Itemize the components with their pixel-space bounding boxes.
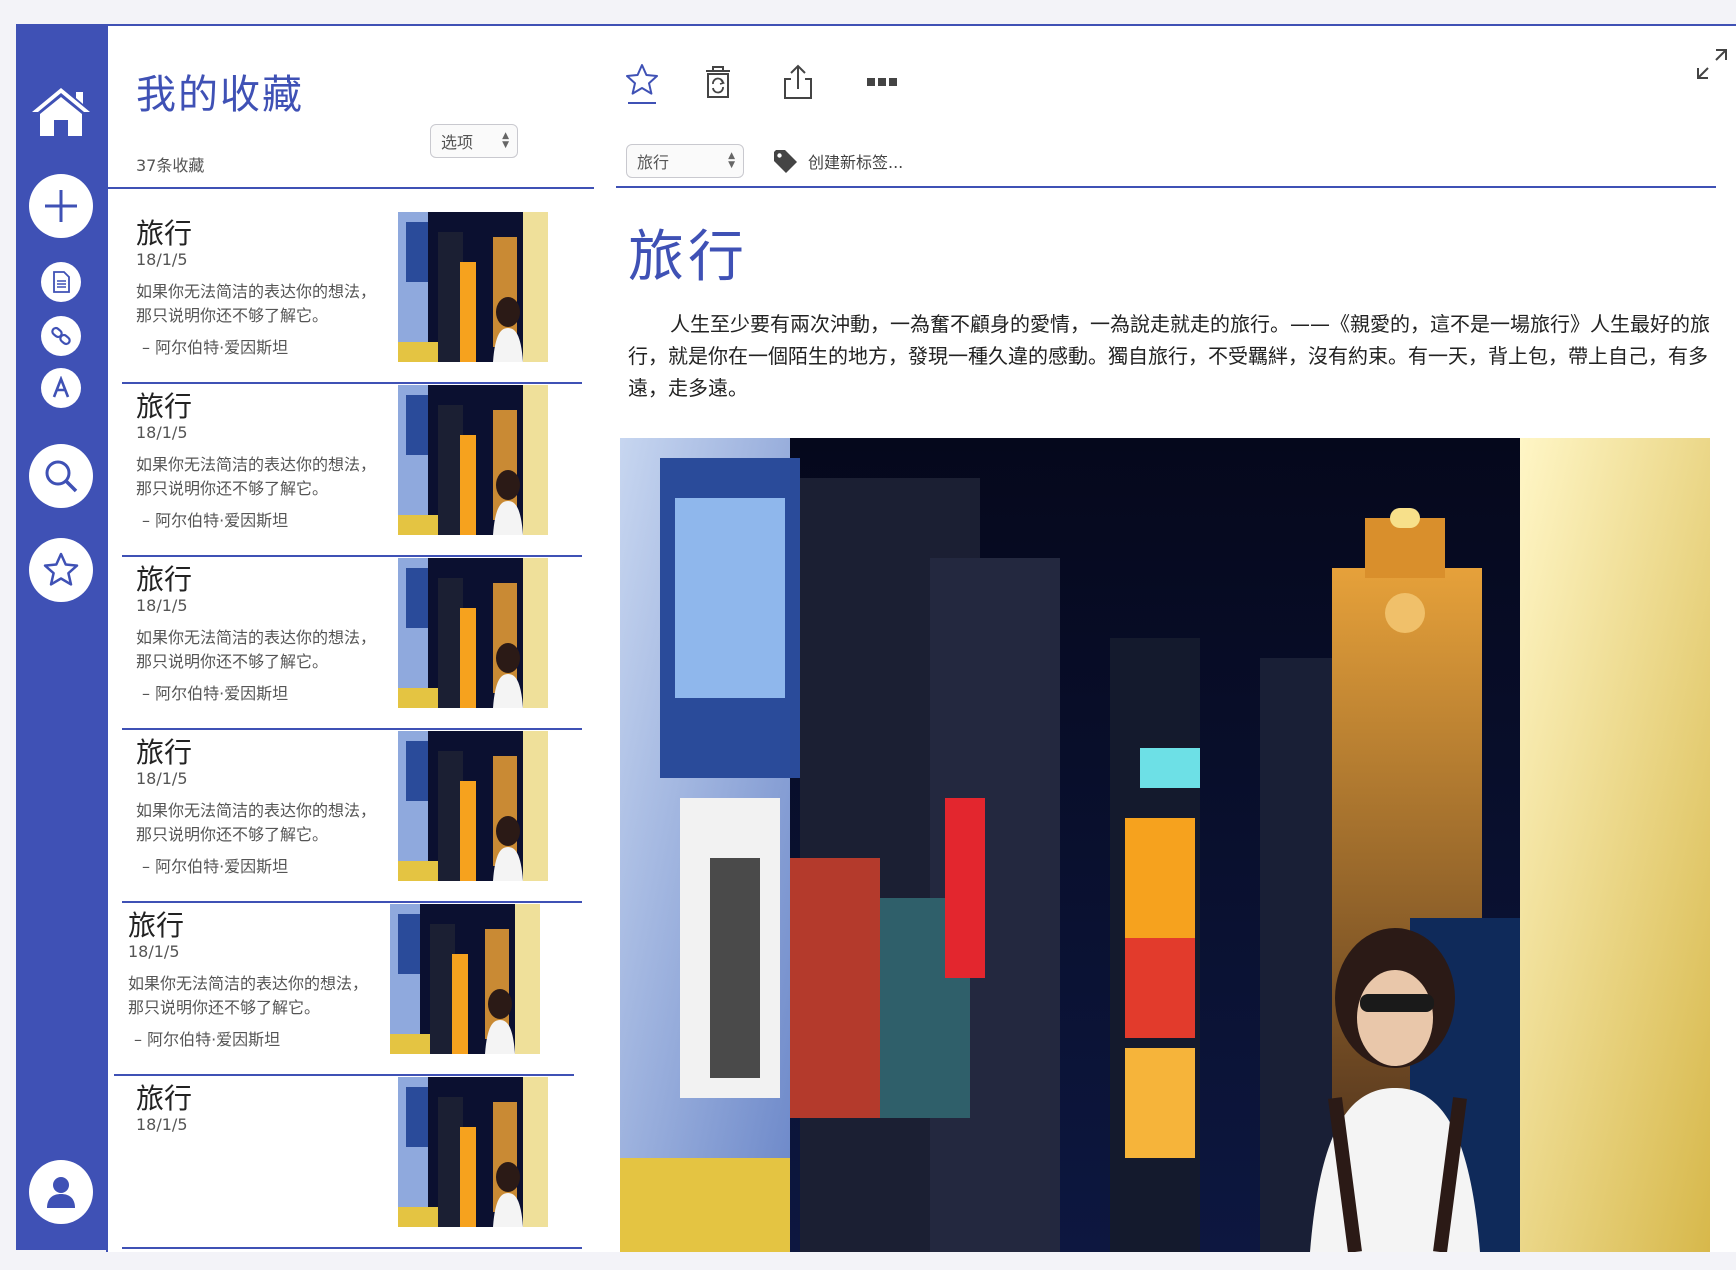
- recycle-bin-icon: [706, 66, 730, 98]
- card-date: 18/1/5: [136, 250, 188, 269]
- card-title: 旅行: [136, 390, 193, 423]
- favorite-card[interactable]: 旅行 18/1/5 如果你无法简洁的表达你的想法，那只说明你还不够了解它。 – …: [122, 365, 582, 557]
- card-thumbnail: [398, 731, 548, 881]
- select-arrows-icon: ▲ ▼: [728, 151, 735, 170]
- card-author: – 阿尔伯特·爱因斯坦: [142, 338, 289, 357]
- share-button[interactable]: [778, 62, 818, 102]
- select-arrows-icon: ▲ ▼: [502, 131, 509, 150]
- tag-icon: [774, 150, 797, 173]
- favorite-card[interactable]: 旅行 18/1/5 如果你无法简洁的表达你的想法，那只说明你还不够了解它。 – …: [114, 884, 574, 1076]
- favorites-count: 37条收藏: [136, 156, 205, 175]
- card-thumbnail-image: [398, 1077, 548, 1227]
- category-select[interactable]: 旅行 ▲ ▼: [626, 144, 744, 178]
- detail-panel: 旅行 ▲ ▼ 创建新标签... 旅行 人生至少要有兩次沖動，一為奮不顧身的愛情，一…: [594, 24, 1736, 1252]
- more-button[interactable]: [862, 62, 902, 102]
- home-icon: [32, 88, 90, 136]
- star-icon: [43, 552, 79, 586]
- favorite-card[interactable]: 旅行 18/1/5 如果你无法简洁的表达你的想法，那只说明你还不够了解它。 – …: [122, 538, 582, 730]
- options-select[interactable]: 选项 ▲ ▼: [430, 124, 518, 158]
- card-thumbnail: [398, 212, 548, 362]
- list-title: 我的收藏: [136, 72, 304, 118]
- list-header-divider: [108, 187, 594, 189]
- star-icon: [626, 64, 658, 104]
- create-tag-label: 创建新标签...: [808, 153, 904, 172]
- link-button[interactable]: [41, 316, 81, 356]
- sidebar: [16, 24, 106, 1250]
- document-button[interactable]: [41, 262, 81, 302]
- category-select-value: 旅行: [637, 153, 670, 172]
- card-date: 18/1/5: [136, 769, 188, 788]
- card-thumbnail-image: [398, 212, 548, 362]
- card-author: – 阿尔伯特·爱因斯坦: [134, 1030, 281, 1049]
- card-thumbnail: [390, 904, 540, 1054]
- card-date: 18/1/5: [136, 1115, 188, 1134]
- options-select-value: 选项: [441, 133, 474, 152]
- document-icon: [53, 271, 70, 293]
- card-author: – 阿尔伯特·爱因斯坦: [142, 857, 289, 876]
- app-window: 我的收藏 37条收藏 选项 ▲ ▼ 旅行 18/1/5 如果你无法简洁的表达你的想…: [16, 24, 1736, 1252]
- card-thumbnail-image: [398, 385, 548, 535]
- card-title: 旅行: [136, 736, 193, 769]
- card-title: 旅行: [128, 909, 185, 942]
- card-date: 18/1/5: [136, 596, 188, 615]
- trash-button[interactable]: [698, 62, 738, 102]
- search-button[interactable]: [29, 444, 93, 508]
- user-icon: [47, 1177, 75, 1208]
- font-icon: [52, 376, 70, 398]
- favorite-card[interactable]: 旅行 18/1/5 如果你无法简洁的表达你的想法，那只说明你还不够了解它。 – …: [122, 711, 582, 903]
- card-excerpt: 如果你无法简洁的表达你的想法，那只说明你还不够了解它。: [136, 801, 377, 844]
- favorites-button[interactable]: [29, 538, 93, 602]
- favorite-card[interactable]: 旅行 18/1/5: [122, 1057, 582, 1249]
- card-excerpt: 如果你无法简洁的表达你的想法，那只说明你还不够了解它。: [136, 455, 377, 498]
- detail-body: 人生至少要有兩次沖動，一為奮不顧身的愛情，一為說走就走的旅行。——《親愛的，這不…: [628, 312, 1710, 400]
- expand-icon: [1697, 49, 1727, 79]
- share-icon: [784, 64, 812, 99]
- home-button[interactable]: [28, 84, 94, 140]
- card-thumbnail-image: [390, 904, 540, 1054]
- card-date: 18/1/5: [136, 423, 188, 442]
- toolbar-divider: [616, 186, 1716, 188]
- link-icon: [51, 326, 71, 346]
- hero-photo: [620, 438, 1710, 1252]
- more-icon: [867, 78, 897, 86]
- card-author: – 阿尔伯特·爱因斯坦: [142, 511, 289, 530]
- card-date: 18/1/5: [128, 942, 180, 961]
- favorite-button[interactable]: [622, 62, 662, 104]
- card-thumbnail-image: [398, 558, 548, 708]
- plus-icon: [45, 190, 77, 222]
- expand-button[interactable]: [1694, 46, 1734, 86]
- search-icon: [45, 460, 78, 493]
- font-button[interactable]: [41, 368, 81, 408]
- card-title: 旅行: [136, 1082, 193, 1115]
- card-thumbnail: [398, 558, 548, 708]
- card-title: 旅行: [136, 217, 193, 250]
- detail-title: 旅行: [628, 225, 748, 290]
- card-excerpt: 如果你无法简洁的表达你的想法，那只说明你还不够了解它。: [136, 282, 377, 325]
- card-thumbnail: [398, 1077, 548, 1227]
- card-excerpt: 如果你无法简洁的表达你的想法，那只说明你还不够了解它。: [128, 974, 369, 1017]
- create-tag-button[interactable]: 创建新标签...: [772, 148, 903, 174]
- card-title: 旅行: [136, 563, 193, 596]
- card-thumbnail: [398, 385, 548, 535]
- favorites-list-panel: 我的收藏 37条收藏 选项 ▲ ▼ 旅行 18/1/5 如果你无法简洁的表达你的想…: [106, 24, 596, 1252]
- add-button[interactable]: [29, 174, 93, 238]
- card-author: – 阿尔伯特·爱因斯坦: [142, 684, 289, 703]
- card-thumbnail-image: [398, 731, 548, 881]
- times-square-photo: [620, 438, 1710, 1252]
- profile-button[interactable]: [29, 1160, 93, 1224]
- favorite-card[interactable]: 旅行 18/1/5 如果你无法简洁的表达你的想法，那只说明你还不够了解它。 – …: [122, 192, 582, 384]
- card-excerpt: 如果你无法简洁的表达你的想法，那只说明你还不够了解它。: [136, 628, 377, 671]
